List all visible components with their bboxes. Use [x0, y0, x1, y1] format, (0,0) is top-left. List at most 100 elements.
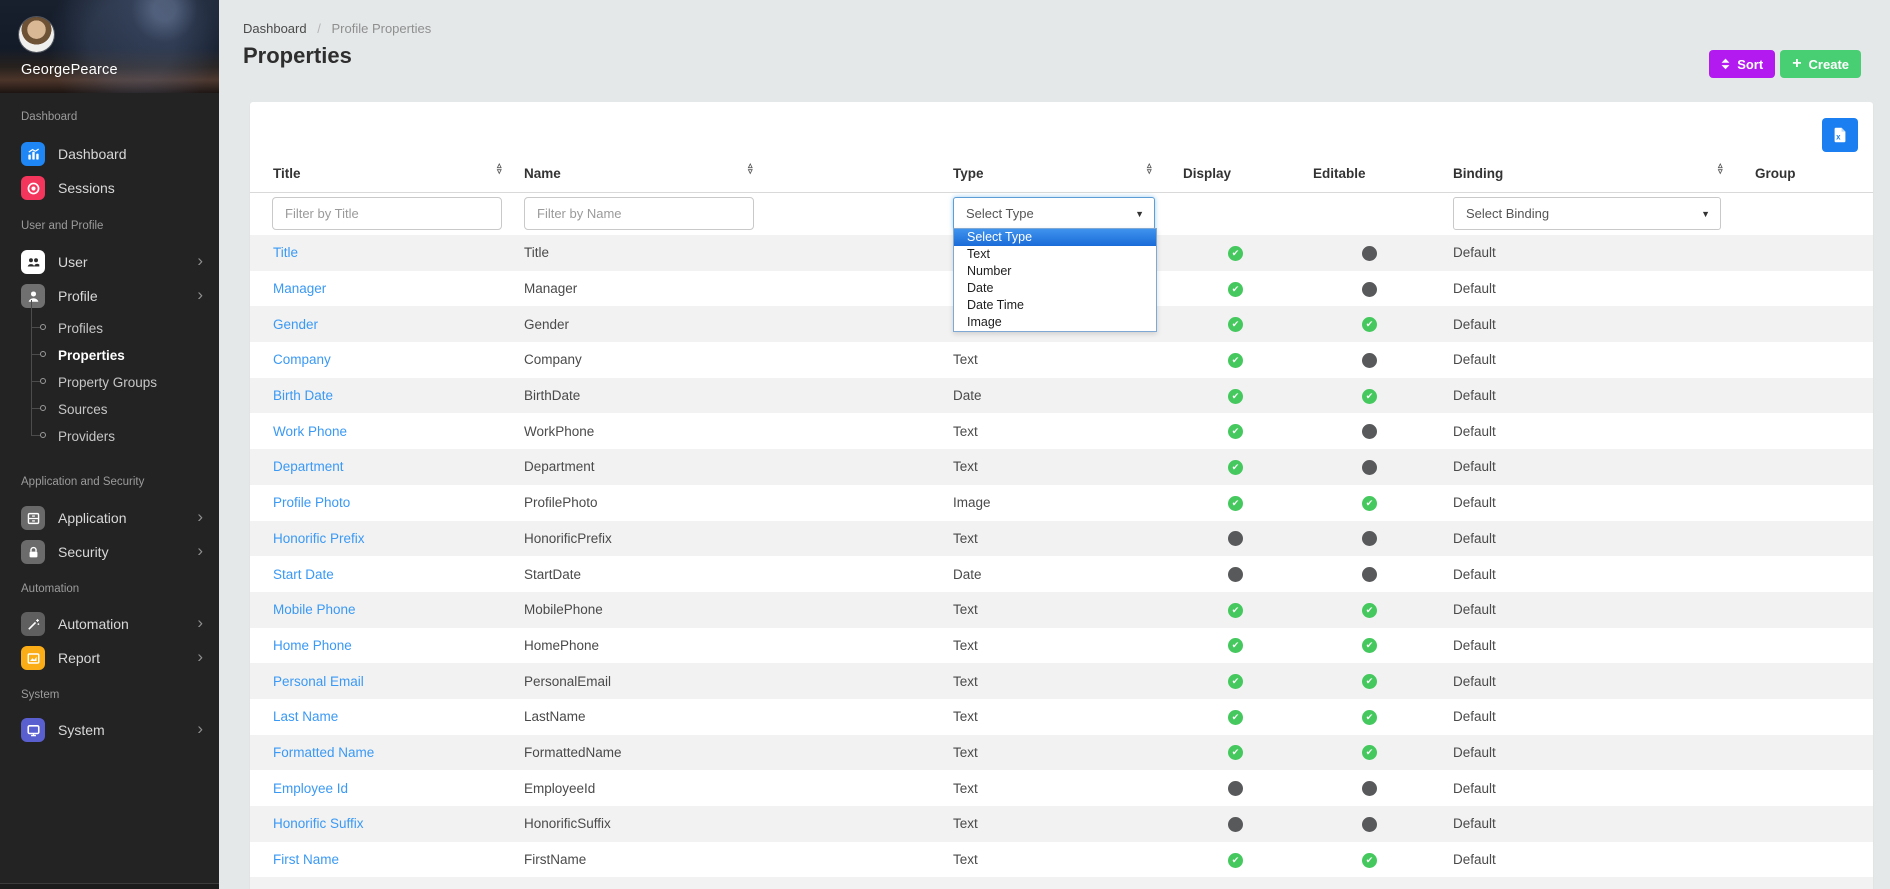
sidebar-item-label: Automation: [58, 616, 129, 632]
property-title-link[interactable]: Department: [273, 459, 344, 474]
property-title-link[interactable]: Honorific Suffix: [273, 816, 364, 831]
property-type: Text: [953, 628, 1183, 664]
sort-column-icon[interactable]: [1147, 163, 1152, 174]
sidebar-item-dashboard[interactable]: Dashboard: [0, 137, 219, 171]
type-option-date-time[interactable]: Date Time: [954, 297, 1156, 314]
sidebar-item-user[interactable]: User ›: [0, 245, 219, 279]
property-binding: Default: [1453, 306, 1755, 342]
property-title-link[interactable]: Honorific Prefix: [273, 531, 365, 546]
sidebar-subitem-property-groups[interactable]: Property Groups: [0, 370, 219, 394]
binding-filter-select[interactable]: Select Binding ▼: [1453, 197, 1721, 230]
property-title-link[interactable]: Start Date: [273, 567, 334, 582]
property-name: Gender: [524, 306, 953, 342]
column-header-group: Group: [1755, 155, 1873, 192]
column-header-binding[interactable]: Binding: [1453, 155, 1755, 192]
user-avatar[interactable]: [19, 17, 54, 52]
property-group: [1755, 271, 1873, 307]
property-title-link[interactable]: Company: [273, 352, 331, 367]
display-disabled-icon: [1228, 781, 1243, 796]
type-option-select-type[interactable]: Select Type: [954, 229, 1156, 246]
sidebar-item-automation[interactable]: Automation ›: [0, 607, 219, 641]
property-name: FirstName: [524, 842, 953, 878]
users-icon: [21, 250, 45, 274]
monitor-icon: [21, 718, 45, 742]
property-binding: Default: [1453, 842, 1755, 878]
property-binding: Default: [1453, 521, 1755, 557]
sidebar-item-system[interactable]: System ›: [0, 713, 219, 747]
sort-column-icon[interactable]: [497, 163, 502, 174]
dashboard-icon: [21, 142, 45, 166]
chevron-right-icon: ›: [197, 648, 203, 665]
sidebar-item-label: Report: [58, 650, 100, 666]
display-enabled-icon: ✔: [1228, 603, 1243, 618]
sidebar-item-report[interactable]: Report ›: [0, 641, 219, 675]
property-type: Text: [953, 413, 1183, 449]
sidebar-item-security[interactable]: Security ›: [0, 535, 219, 569]
property-group: [1755, 699, 1873, 735]
property-title-link[interactable]: Gender: [273, 317, 318, 332]
sidebar-item-profile[interactable]: Profile ›: [0, 279, 219, 313]
property-type: Date: [953, 378, 1183, 414]
table-row: Work Phone WorkPhone Text ✔ Default: [250, 413, 1873, 449]
type-option-number[interactable]: Number: [954, 263, 1156, 280]
name-filter-input[interactable]: [524, 197, 754, 230]
sidebar-footer-bar[interactable]: [0, 883, 219, 889]
type-option-date[interactable]: Date: [954, 280, 1156, 297]
sort-column-icon[interactable]: [748, 163, 753, 174]
sidebar-subitem-properties[interactable]: Properties: [0, 343, 219, 367]
editable-enabled-icon: ✔: [1362, 674, 1377, 689]
property-title-link[interactable]: Work Phone: [273, 424, 347, 439]
column-header-type[interactable]: Type: [953, 155, 1183, 192]
property-group: [1755, 806, 1873, 842]
username[interactable]: GeorgePearce: [21, 62, 118, 78]
property-title-link[interactable]: Title: [273, 245, 298, 260]
property-group: [1755, 378, 1873, 414]
type-filter-select[interactable]: Select Type ▼: [953, 197, 1155, 230]
chevron-right-icon: ›: [197, 542, 203, 559]
sort-column-icon[interactable]: [1718, 163, 1723, 174]
editable-disabled-icon: [1362, 817, 1377, 832]
property-group: [1755, 770, 1873, 806]
property-title-link[interactable]: Employee Id: [273, 781, 348, 796]
property-binding: Default: [1453, 485, 1755, 521]
properties-panel: x Title Name Type Display Editable Bindi…: [250, 102, 1873, 889]
property-type: Text: [953, 735, 1183, 771]
type-option-text[interactable]: Text: [954, 246, 1156, 263]
sidebar-item-sessions[interactable]: Sessions: [0, 171, 219, 205]
table-row: Formatted Name FormattedName Text ✔ ✔ De…: [250, 735, 1873, 771]
property-binding: Default: [1453, 271, 1755, 307]
table-row: Last Name LastName Text ✔ ✔ Default: [250, 699, 1873, 735]
editable-enabled-icon: ✔: [1362, 603, 1377, 618]
table-row: Profile Photo ProfilePhoto Image ✔ ✔ Def…: [250, 485, 1873, 521]
sidebar-item-application[interactable]: Application ›: [0, 501, 219, 535]
dropdown-arrow-icon: ▼: [1701, 209, 1710, 219]
export-excel-button[interactable]: x: [1822, 118, 1858, 152]
breadcrumb-dashboard-link[interactable]: Dashboard: [243, 21, 307, 36]
property-group: [1755, 413, 1873, 449]
property-title-link[interactable]: Personal Email: [273, 674, 364, 689]
sidebar-subitem-profiles[interactable]: Profiles: [0, 316, 219, 340]
property-title-link[interactable]: Birth Date: [273, 388, 333, 403]
property-title-link[interactable]: Manager: [273, 281, 326, 296]
property-title-link[interactable]: Profile Photo: [273, 495, 350, 510]
lock-icon: [21, 540, 45, 564]
editable-enabled-icon: ✔: [1362, 745, 1377, 760]
property-title-link[interactable]: Home Phone: [273, 638, 352, 653]
editable-disabled-icon: [1362, 531, 1377, 546]
column-header-title[interactable]: Title: [250, 155, 524, 192]
property-title-link[interactable]: First Name: [273, 852, 339, 867]
bullet-ring-icon: [40, 378, 46, 384]
sidebar-subitem-providers[interactable]: Providers: [0, 424, 219, 448]
property-title-link[interactable]: Formatted Name: [273, 745, 374, 760]
create-button[interactable]: + Create: [1780, 50, 1861, 78]
title-filter-input[interactable]: [272, 197, 502, 230]
sidebar-subitem-sources[interactable]: Sources: [0, 397, 219, 421]
excel-file-icon: x: [1831, 126, 1849, 144]
subitem-label: Profiles: [58, 321, 103, 336]
property-title-link[interactable]: Last Name: [273, 709, 338, 724]
type-option-image[interactable]: Image: [954, 314, 1156, 331]
property-title-link[interactable]: Mobile Phone: [273, 602, 356, 617]
sort-button[interactable]: Sort: [1709, 50, 1775, 78]
editable-enabled-icon: ✔: [1362, 638, 1377, 653]
column-header-name[interactable]: Name: [524, 155, 953, 192]
